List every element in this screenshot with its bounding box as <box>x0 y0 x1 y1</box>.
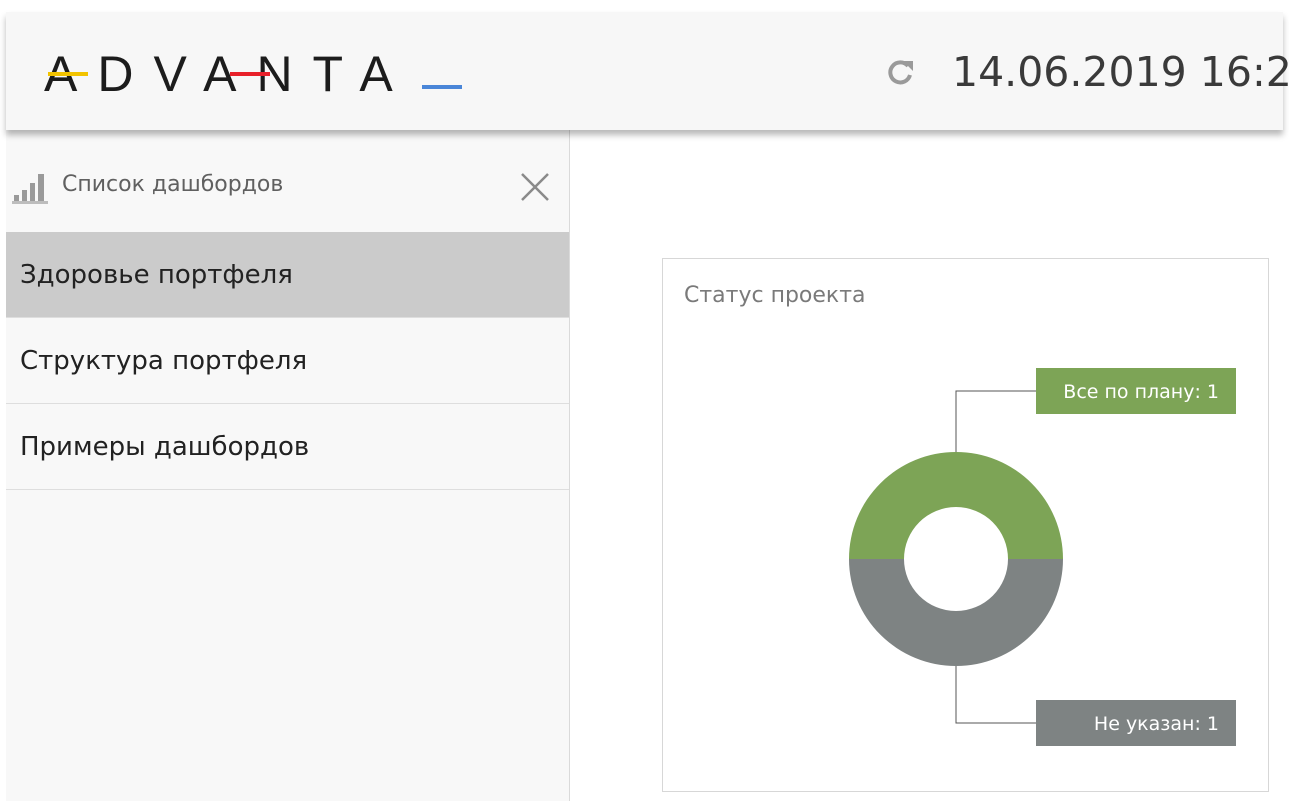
app-header: ADVANTA 14.06.2019 16:2 <box>6 12 1289 130</box>
bar-chart-icon <box>12 174 48 204</box>
project-status-card: Статус проекта Все по плану: 1 Не указан:… <box>662 258 1269 792</box>
dashboard-sidebar: Список дашбордов Здоровье портфеля Струк… <box>6 130 570 801</box>
data-label: Все по плану: 1 <box>1063 381 1219 403</box>
data-label: Не указан: 1 <box>1094 713 1219 735</box>
last-update-datetime: 14.06.2019 16:2 <box>952 48 1289 96</box>
logo-text: ADVANTA <box>44 46 413 102</box>
advanta-logo[interactable]: ADVANTA <box>42 40 462 104</box>
logo-accent-yellow <box>48 72 88 76</box>
sidebar-item-portfolio-health[interactable]: Здоровье портфеля <box>6 232 569 318</box>
sidebar-header: Список дашбордов <box>6 130 569 232</box>
label-connector <box>955 666 1036 724</box>
donut-slice[interactable] <box>849 452 1063 559</box>
donut-slice[interactable] <box>849 559 1063 666</box>
project-status-donut-chart: Все по плану: 1 Не указан: 1 <box>849 368 1236 746</box>
refresh-icon[interactable] <box>886 57 916 87</box>
label-connector <box>955 390 1036 452</box>
sidebar-item-portfolio-structure[interactable]: Структура портфеля <box>6 318 569 404</box>
logo-accent-blue <box>422 85 462 89</box>
close-icon[interactable] <box>518 170 552 204</box>
sidebar-item-dashboard-examples[interactable]: Примеры дашбордов <box>6 404 569 490</box>
dashboard-content: Статус проекта Все по плану: 1 Не указан:… <box>570 130 1283 801</box>
sidebar-title: Список дашбордов <box>62 172 284 197</box>
dashboard-list: Здоровье портфеля Структура портфеля При… <box>6 232 569 490</box>
logo-accent-red <box>230 72 270 76</box>
